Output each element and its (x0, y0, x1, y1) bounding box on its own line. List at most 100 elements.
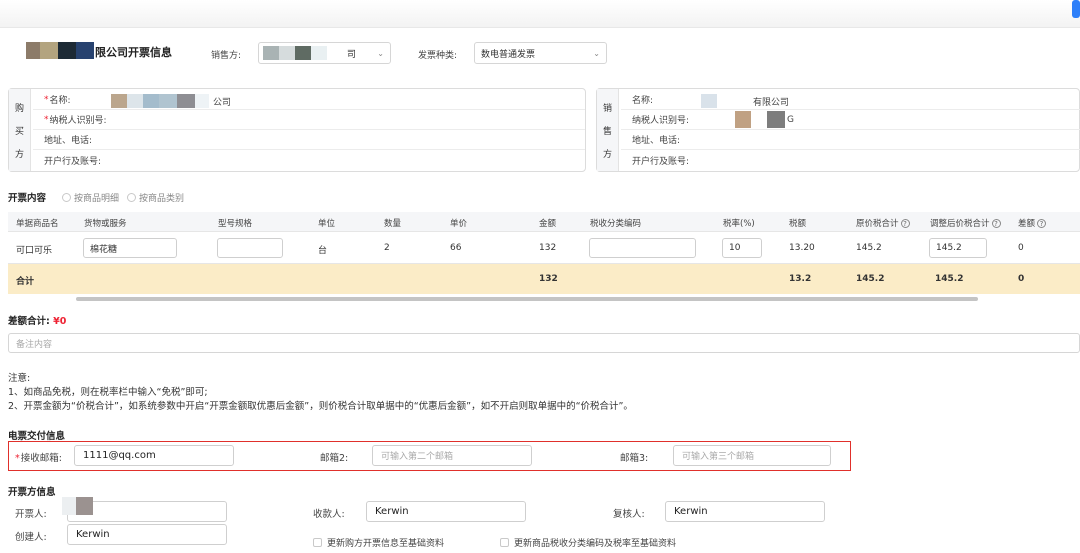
receiver-input[interactable]: Kerwin (366, 501, 526, 522)
buyer-address-label: 地址、电话: (44, 136, 93, 146)
buyer-name-value: 公司 (213, 98, 232, 108)
email1-input[interactable]: 1111@qq.com (74, 445, 234, 466)
notes-line-2: 2、开票金额为“价税合计”，如系统参数中开启“开票金额取优惠后金额”，则价税合计… (8, 401, 633, 412)
col-header-orig-total: 原价税合计? (856, 217, 910, 229)
redacted-block (735, 111, 751, 128)
buyer-bank-row[interactable]: 开户行及账号: (33, 150, 585, 170)
cell-qty: 2 (384, 243, 390, 253)
col-header: 单价 (450, 219, 468, 229)
buyer-side-label: 购 买 方 (9, 89, 31, 171)
drawer-label: 开票人: (15, 509, 47, 520)
update-buyer-checkbox[interactable]: 更新购方开票信息至基础资料 (313, 536, 444, 549)
col-header: 型号规格 (218, 219, 253, 229)
cell-price: 66 (450, 243, 462, 253)
seller-tax-id-label: 纳税人识别号: (632, 116, 690, 126)
redacted-block (177, 94, 195, 108)
radio-circle-icon (127, 193, 136, 202)
invoice-type-select[interactable]: 数电普通发票 ⌄ (474, 42, 607, 64)
horizontal-scrollbar[interactable] (76, 297, 978, 301)
chevron-down-icon: ⌄ (377, 48, 384, 58)
creator-input[interactable]: Kerwin (67, 524, 227, 545)
creator-label: 创建人: (15, 532, 47, 543)
buyer-name-label: 名称: (49, 96, 71, 106)
col-header: 单据商品名 (16, 219, 59, 229)
checkbox-icon (500, 538, 509, 547)
col-header: 税收分类编码 (590, 219, 642, 229)
redacted-block (701, 94, 717, 108)
receiver-label: 收款人: (313, 509, 345, 520)
adj-total-input[interactable]: 145.2 (929, 238, 987, 258)
total-adj: 145.2 (935, 274, 964, 284)
delivery-section-title: 电票交付信息 (8, 431, 66, 442)
seller-select[interactable]: 司 ⌄ (258, 42, 391, 64)
buyer-address-row[interactable]: 地址、电话: (33, 130, 585, 150)
redacted-block (311, 46, 327, 60)
email1-label: *接收邮箱: (15, 453, 62, 464)
cell-orig-total: 145.2 (856, 243, 882, 253)
email2-input[interactable]: 可输入第二个邮箱 (372, 445, 532, 466)
buyer-tax-id-row[interactable]: * 纳税人识别号: (33, 110, 585, 130)
seller-tax-id-value: G (787, 115, 794, 125)
tax-rate-input[interactable]: 10 (722, 238, 762, 258)
cell-tax: 13.20 (789, 243, 815, 253)
notes-line-1: 1、如商品免税，则在税率栏中输入“免税”即可; (8, 387, 208, 398)
redacted-block (279, 46, 295, 60)
cell-name: 可口可乐 (16, 246, 53, 256)
notes-title: 注意: (8, 373, 31, 384)
col-header: 单位 (318, 219, 336, 229)
table-row: 可口可乐 棉花糖 台 2 66 132 10 13.20 145.2 145.2… (8, 232, 1080, 264)
redacted-logo (26, 42, 94, 59)
col-header: 货物或服务 (84, 219, 127, 229)
redacted-block (159, 94, 177, 108)
top-bar (0, 0, 1080, 28)
radio-by-category[interactable]: 按商品类别 (127, 191, 184, 204)
radio-circle-icon (62, 193, 71, 202)
info-icon[interactable]: ? (1037, 219, 1047, 228)
remark-input[interactable]: 备注内容 (8, 333, 1080, 353)
goods-input[interactable]: 棉花糖 (83, 238, 177, 258)
seller-name-row: 名称: (621, 90, 1080, 110)
info-icon[interactable]: ? (900, 219, 910, 228)
redacted-block (263, 46, 279, 60)
tax-code-input[interactable] (589, 238, 696, 258)
seller-select-label: 销售方: (211, 51, 242, 61)
buyer-bank-label: 开户行及账号: (44, 156, 102, 167)
total-diff: 0 (1018, 274, 1025, 284)
chevron-down-icon: ⌄ (593, 48, 600, 58)
invoice-type-value: 数电普通发票 (481, 49, 536, 60)
update-tax-code-checkbox[interactable]: 更新商品税收分类编码及税率至基础资料 (500, 536, 676, 549)
redacted-block (295, 46, 311, 60)
buyer-tax-id-label: 纳税人识别号: (49, 116, 107, 126)
seller-select-value: 司 (347, 49, 357, 60)
cell-unit: 台 (318, 246, 328, 256)
cell-diff: 0 (1018, 243, 1024, 253)
email3-input[interactable]: 可输入第三个邮箱 (673, 445, 831, 466)
redacted-block (195, 94, 209, 108)
model-input[interactable] (217, 238, 283, 258)
diff-total-value: ¥0 (53, 316, 67, 327)
reviewer-input[interactable]: Kerwin (665, 501, 825, 522)
diff-total: 差额合计: ¥0 (8, 316, 67, 327)
seller-tax-id-row: 纳税人识别号: (621, 110, 1080, 130)
seller-name-label: 名称: (632, 96, 654, 106)
reviewer-label: 复核人: (613, 509, 645, 520)
seller-side-label: 销 售 方 (597, 89, 619, 171)
seller-address-row: 地址、电话: (621, 130, 1080, 150)
radio-by-detail[interactable]: 按商品明细 (62, 191, 119, 204)
invoice-type-label: 发票种类: (418, 51, 458, 61)
redacted-block (111, 94, 127, 108)
redacted-block (127, 94, 143, 108)
content-section-title: 开票内容 (8, 193, 47, 204)
seller-panel: 销 售 方 名称: 有限公司 纳税人识别号: G 地址、电话: 开户行及账号: (596, 88, 1080, 172)
checkbox-icon (313, 538, 322, 547)
redacted-block (62, 497, 76, 515)
email3-label: 邮箱3: (620, 453, 649, 464)
info-icon[interactable]: ? (991, 219, 1001, 228)
redacted-block (143, 94, 159, 108)
total-amount: 132 (539, 274, 558, 284)
page-title: 限公司开票信息 (95, 46, 172, 59)
seller-bank-row: 开户行及账号: (621, 150, 1080, 170)
top-right-button[interactable] (1072, 0, 1080, 18)
col-header-diff: 差额? (1018, 217, 1047, 229)
total-label: 合计 (16, 277, 35, 287)
